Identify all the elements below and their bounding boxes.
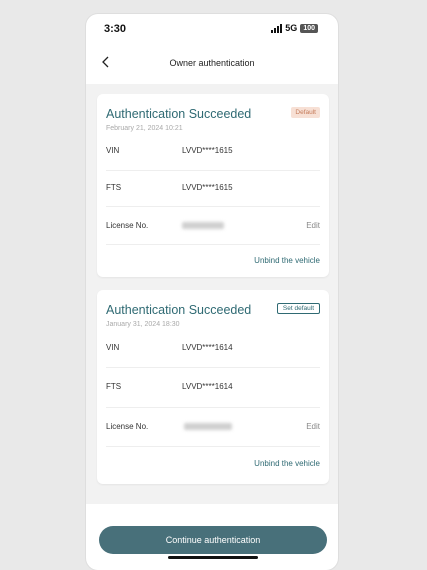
license-label: License No.	[106, 422, 149, 431]
vehicle-card: Authentication Succeeded Set default Jan…	[97, 290, 329, 484]
network-type: 5G	[285, 23, 298, 33]
fts-row: FTS LVVD****1615	[106, 177, 320, 199]
signal-icon	[271, 23, 283, 33]
edit-license-button[interactable]: Edit	[306, 221, 320, 230]
edit-license-button[interactable]: Edit	[306, 422, 320, 431]
card-title: Authentication Succeeded	[106, 303, 252, 317]
fts-row: FTS LVVD****1614	[106, 376, 320, 398]
vehicle-card: Authentication Succeeded Default Februar…	[97, 94, 329, 277]
phone-screen: 3:30 5G 100 Owner authentication Authent…	[86, 14, 338, 570]
card-date: February 21, 2024 10:21	[106, 125, 183, 132]
divider	[106, 206, 320, 207]
status-indicators: 5G 100	[271, 23, 318, 33]
fts-label: FTS	[106, 382, 122, 391]
divider	[106, 407, 320, 408]
home-indicator	[168, 556, 258, 559]
vin-row: VIN LVVD****1615	[106, 140, 320, 162]
default-badge: Default	[291, 107, 320, 118]
card-date: January 31, 2024 18:30	[106, 321, 180, 328]
license-row: License No. Edit	[106, 416, 320, 438]
status-time: 3:30	[104, 23, 127, 35]
unbind-vehicle-button[interactable]: Unbind the vehicle	[254, 256, 320, 265]
battery-icon: 100	[300, 23, 318, 33]
vin-label: VIN	[106, 146, 120, 155]
set-default-button[interactable]: Set default	[276, 303, 320, 314]
license-value-redacted	[184, 423, 232, 430]
unbind-vehicle-button[interactable]: Unbind the vehicle	[254, 459, 320, 468]
divider	[106, 170, 320, 171]
vin-value: LVVD****1614	[182, 343, 233, 352]
fts-value: LVVD****1615	[182, 183, 233, 192]
fts-label: FTS	[106, 183, 122, 192]
license-label: License No.	[106, 221, 149, 230]
nav-bar: Owner authentication	[86, 52, 338, 78]
card-title: Authentication Succeeded	[106, 107, 252, 121]
vin-value: LVVD****1615	[182, 146, 233, 155]
divider	[106, 367, 320, 368]
status-bar: 3:30 5G 100	[86, 14, 338, 40]
page-title: Owner authentication	[169, 58, 255, 68]
vin-row: VIN LVVD****1614	[106, 337, 320, 359]
vin-label: VIN	[106, 343, 120, 352]
continue-authentication-button[interactable]: Continue authentication	[99, 526, 327, 554]
divider	[106, 244, 320, 245]
license-row: License No. Edit	[106, 215, 320, 237]
fts-value: LVVD****1614	[182, 382, 233, 391]
license-value-redacted	[182, 222, 224, 229]
divider	[106, 446, 320, 447]
